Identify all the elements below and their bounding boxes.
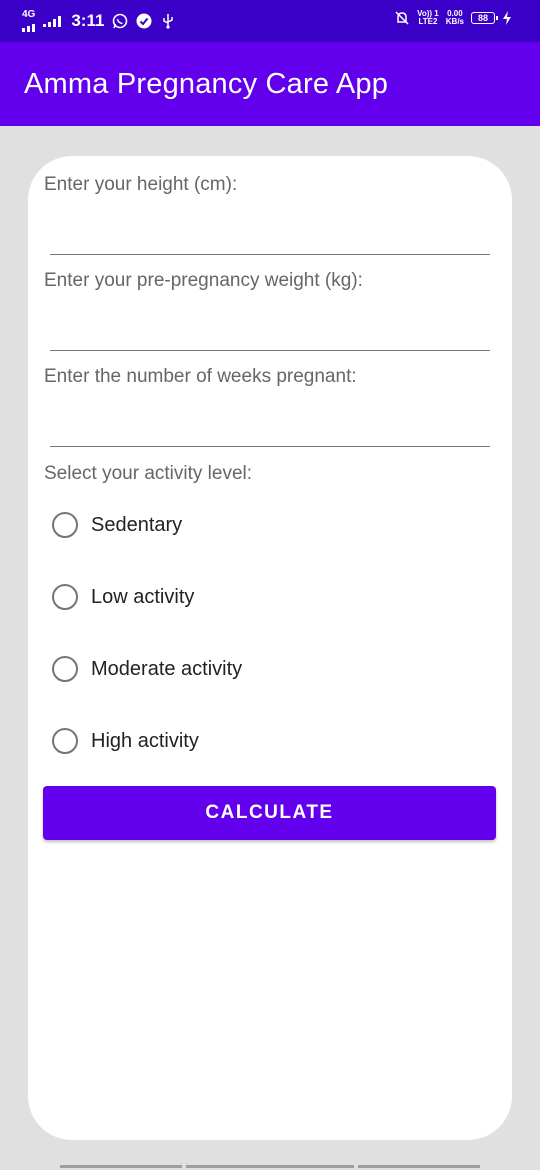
net-speed-unit: KB/s [445, 17, 464, 26]
nav-hint-center [186, 1165, 354, 1168]
weeks-input[interactable] [50, 446, 490, 447]
radio-moderate-activity[interactable]: Moderate activity [52, 654, 242, 684]
activity-label: Select your activity level: [44, 463, 253, 484]
clock: 3:11 [71, 11, 105, 30]
status-bar: 4G 3:11 Vo)) 1 LTE2 0.00 KB/s 88 [0, 0, 540, 42]
radio-circle-icon[interactable] [52, 512, 78, 538]
radio-sedentary[interactable]: Sedentary [52, 510, 182, 540]
check-circle-icon [136, 13, 152, 29]
weight-input[interactable] [50, 350, 490, 351]
radio-low-activity[interactable]: Low activity [52, 582, 194, 612]
weeks-label: Enter the number of weeks pregnant: [44, 366, 357, 387]
height-label: Enter your height (cm): [44, 174, 238, 195]
nav-hint-left [60, 1165, 182, 1168]
volte-indicator: Vo)) 1 LTE2 [417, 10, 439, 26]
radio-label: Sedentary [91, 513, 183, 536]
app-bar: Amma Pregnancy Care App [0, 42, 540, 126]
status-left: 4G 3:11 [22, 10, 176, 32]
radio-high-activity[interactable]: High activity [52, 726, 199, 756]
battery-level: 88 [477, 13, 488, 23]
height-input[interactable] [50, 254, 490, 255]
usb-icon [163, 14, 174, 29]
radio-label: High activity [91, 729, 199, 752]
form-card: Enter your height (cm): Enter your pre-p… [28, 156, 512, 1140]
nav-hint-right [358, 1165, 480, 1168]
radio-label: Low activity [91, 585, 195, 608]
network-type: 4G [22, 9, 36, 20]
signal-icon [43, 15, 62, 27]
mute-bell-icon [395, 11, 409, 25]
radio-circle-icon[interactable] [52, 728, 78, 754]
status-right: Vo)) 1 LTE2 0.00 KB/s 88 [394, 10, 512, 26]
radio-circle-icon[interactable] [52, 656, 78, 682]
battery-icon: 88 [471, 12, 498, 24]
signal-small-icon [22, 20, 35, 32]
lte-label: LTE2 [418, 17, 438, 26]
network-indicator: 4G [22, 10, 35, 32]
weight-label: Enter your pre-pregnancy weight (kg): [44, 270, 363, 291]
app-title: Amma Pregnancy Care App [24, 68, 389, 100]
radio-label: Moderate activity [91, 657, 243, 680]
radio-circle-icon[interactable] [52, 584, 78, 610]
whatsapp-icon [113, 13, 128, 29]
net-speed: 0.00 KB/s [446, 10, 464, 26]
charging-bolt-icon [503, 11, 511, 25]
calculate-button[interactable]: CALCULATE [43, 786, 496, 840]
